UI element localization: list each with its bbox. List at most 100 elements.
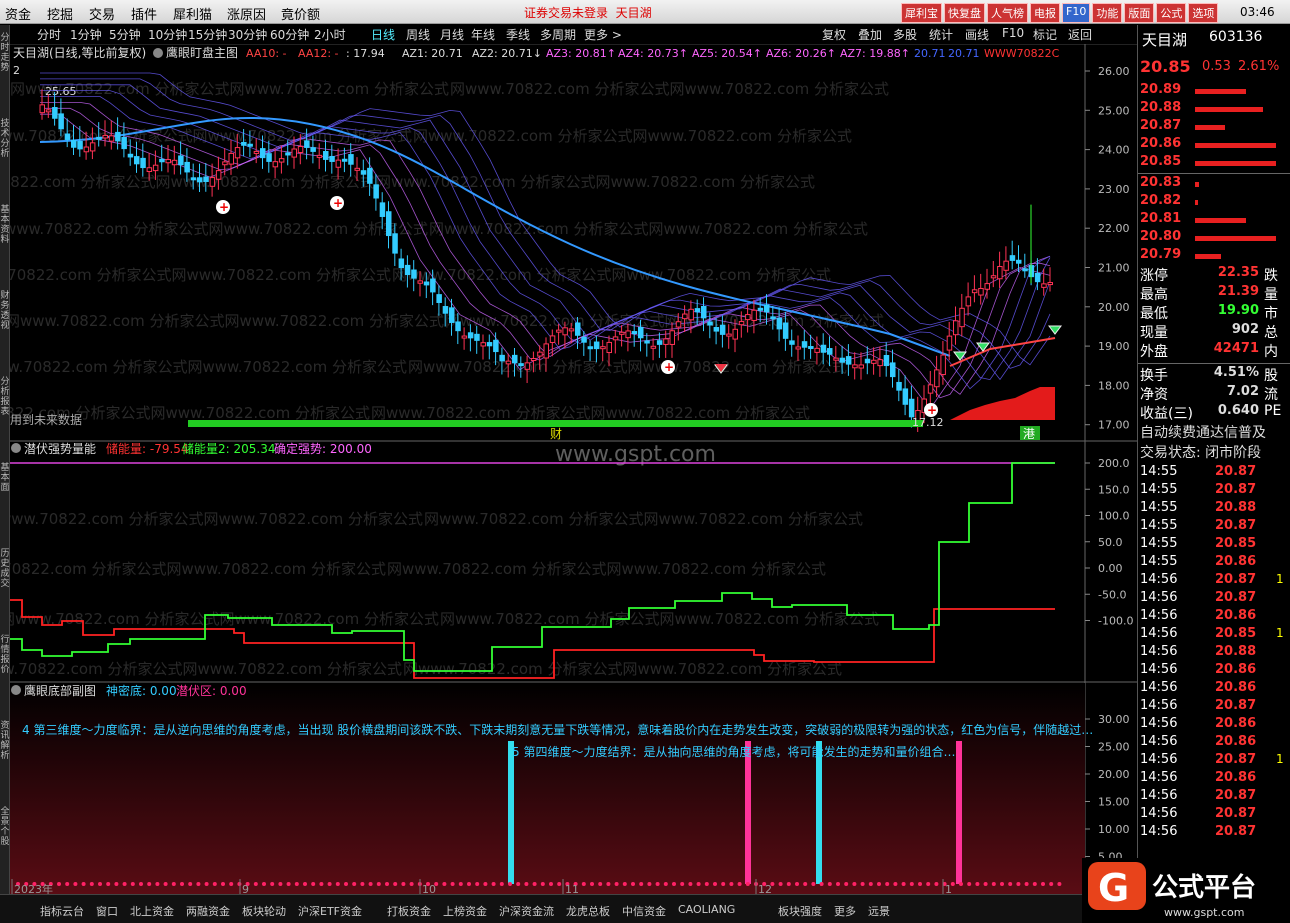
left-nav-item[interactable]: 基本面 bbox=[0, 463, 10, 493]
toolbar-button[interactable]: 快复盘 bbox=[944, 3, 985, 23]
main-indicator-value: AZ1: 20.71 bbox=[402, 47, 463, 60]
period-tab[interactable]: 60分钟 bbox=[270, 26, 309, 43]
menu-plugins[interactable]: 插件 bbox=[131, 4, 157, 23]
period-tab[interactable]: 季线 bbox=[506, 26, 530, 43]
bottom-tab[interactable]: 两融资金 bbox=[186, 903, 230, 919]
candle-body bbox=[625, 330, 631, 339]
bottom-tab[interactable]: 沪深ETF资金 bbox=[298, 903, 362, 919]
left-nav-item[interactable]: 分时走势 bbox=[0, 33, 10, 73]
bottom-tab[interactable]: 板块轮动 bbox=[242, 903, 286, 919]
menu-rise-reason[interactable]: 涨原因 bbox=[227, 4, 266, 23]
date-label: 9 bbox=[242, 883, 249, 894]
toolbar-button[interactable]: 版面 bbox=[1124, 3, 1155, 23]
candle-body bbox=[127, 153, 134, 158]
main-indicator-value: AZ4: 20.73↑ bbox=[618, 47, 688, 60]
bottom-dot bbox=[1032, 882, 1037, 886]
menu-trade[interactable]: 交易 bbox=[89, 4, 115, 23]
chart-tool-button[interactable]: 画线 bbox=[965, 26, 989, 43]
chart-tool-button[interactable]: 统计 bbox=[929, 26, 953, 43]
bottom-tab[interactable]: CAOLIANG bbox=[678, 903, 735, 916]
bottom-tab[interactable]: 板块强度 bbox=[778, 903, 822, 919]
left-nav-item[interactable]: 资讯解析 bbox=[0, 721, 10, 761]
period-tab[interactable]: 多周期 bbox=[540, 26, 576, 43]
indicator2-name[interactable]: 鹰眼底部副图 bbox=[24, 683, 96, 698]
left-nav-item[interactable]: 分析报表 bbox=[0, 377, 10, 417]
toolbar-button[interactable]: 人气榜 bbox=[987, 3, 1028, 23]
tick-row: 14:56 20.86 bbox=[1138, 680, 1290, 698]
date-label: 12 bbox=[758, 883, 772, 894]
toolbar-button[interactable]: 选项 bbox=[1188, 3, 1219, 23]
chevron-down-icon[interactable] bbox=[153, 48, 163, 58]
bottom-tab[interactable]: 打板资金 bbox=[387, 903, 431, 919]
period-tab[interactable]: 分时 bbox=[37, 26, 61, 43]
left-nav-item[interactable]: 全景个股 bbox=[0, 807, 10, 847]
period-tab[interactable]: 5分钟 bbox=[109, 26, 141, 43]
menu-funds[interactable]: 资金 bbox=[5, 4, 31, 23]
main-indicator-value: AZ5: 20.54↑ bbox=[692, 47, 762, 60]
latent-zone-bar bbox=[956, 741, 962, 884]
period-tab[interactable]: 周线 bbox=[406, 26, 430, 43]
candle-body bbox=[77, 140, 83, 150]
bottom-tab[interactable]: 指标云台 bbox=[40, 903, 84, 919]
order-book-row: 20.81 bbox=[1138, 211, 1290, 229]
toolbar-button[interactable]: F10 bbox=[1062, 3, 1091, 23]
indicator1-name[interactable]: 潜伏强势量能 bbox=[24, 442, 96, 456]
bottom-tab[interactable]: 上榜资金 bbox=[443, 903, 487, 919]
left-nav-item[interactable]: 历史成交 bbox=[0, 549, 10, 589]
candle-body bbox=[96, 136, 102, 140]
menu-xilimao[interactable]: 犀利猫 bbox=[173, 4, 212, 23]
period-tab[interactable]: 年线 bbox=[471, 26, 495, 43]
bottom-tab[interactable]: 窗口 bbox=[96, 903, 118, 919]
chart-tool-button[interactable]: 标记 bbox=[1033, 26, 1057, 43]
y-tick-label: 30.00 bbox=[1098, 713, 1130, 726]
bottom-tab[interactable]: 中信资金 bbox=[622, 903, 666, 919]
indicator1-values: 储能量: -79.54储能量2: 205.34确定强势: 200.00 bbox=[106, 441, 372, 456]
period-tab[interactable]: 月线 bbox=[440, 26, 464, 43]
bottom-tab[interactable]: 更多 bbox=[834, 903, 856, 919]
charts-svg: 网www.70822.com 分析家公式网www.70822.com 分析家公式… bbox=[0, 43, 1137, 896]
toolbar-button[interactable]: 犀利宝 bbox=[901, 3, 942, 23]
period-tab[interactable]: 15分钟 bbox=[188, 26, 227, 43]
indicator2-value: 神密底: 0.00 bbox=[106, 683, 177, 698]
toolbar-button[interactable]: 公式 bbox=[1156, 3, 1187, 23]
stat-row: 换手 4.51% 股 bbox=[1138, 365, 1290, 384]
period-tab[interactable]: 10分钟 bbox=[148, 26, 187, 43]
left-nav-item[interactable]: 技术分析 bbox=[0, 119, 10, 159]
indicator1-value: 储能量: -79.54 bbox=[106, 441, 189, 456]
candle-body bbox=[247, 143, 253, 147]
chart-tool-button[interactable]: 多股 bbox=[893, 26, 917, 43]
period-tab[interactable]: 1分钟 bbox=[70, 26, 102, 43]
bottom-dot bbox=[852, 882, 857, 886]
left-nav-item[interactable]: 基本资料 bbox=[0, 205, 10, 245]
main-formula-name[interactable]: 鹰眼盯盘主图 bbox=[166, 45, 238, 60]
tick-volume: 1 bbox=[1276, 572, 1284, 586]
tick-time: 14:55 bbox=[1140, 554, 1178, 569]
left-nav-item[interactable]: 财务透视 bbox=[0, 291, 10, 331]
y-tick-label: 21.00 bbox=[1098, 262, 1130, 275]
left-nav-item[interactable]: 行情报价 bbox=[0, 635, 10, 675]
period-tab[interactable]: 2小时 bbox=[314, 26, 346, 43]
chart-tool-button[interactable]: 复权 bbox=[822, 26, 846, 43]
bottom-tab[interactable]: 北上资金 bbox=[130, 903, 174, 919]
chart-tool-button[interactable]: 叠加 bbox=[858, 26, 882, 43]
bottom-tab[interactable]: 龙虎总板 bbox=[566, 903, 610, 919]
menu-mining[interactable]: 挖掘 bbox=[47, 4, 73, 23]
chevron-down-icon[interactable] bbox=[11, 443, 21, 453]
bottom-dot bbox=[65, 882, 70, 886]
bottom-tab[interactable]: 沪深资金流 bbox=[499, 903, 554, 919]
chevron-down-icon[interactable] bbox=[11, 685, 21, 695]
chart-tool-button[interactable]: 返回 bbox=[1068, 26, 1092, 43]
candle-body bbox=[39, 104, 45, 114]
toolbar-button[interactable]: 功能 bbox=[1092, 3, 1123, 23]
login-status[interactable]: 证券交易未登录 天目湖 bbox=[524, 4, 652, 21]
menu-bid-amount[interactable]: 竟价额 bbox=[281, 4, 320, 23]
bottom-dot bbox=[155, 882, 160, 886]
toolbar-button[interactable]: 电报 bbox=[1030, 3, 1060, 23]
chart-tool-button[interactable]: F10 bbox=[1002, 26, 1024, 40]
period-tab[interactable]: 更多 > bbox=[584, 26, 622, 43]
tick-time: 14:56 bbox=[1140, 716, 1178, 731]
period-tab[interactable]: 日线 bbox=[371, 26, 395, 43]
period-tab[interactable]: 30分钟 bbox=[228, 26, 267, 43]
bottom-tab[interactable]: 远景 bbox=[868, 903, 890, 919]
order-volume-bar bbox=[1195, 143, 1276, 148]
